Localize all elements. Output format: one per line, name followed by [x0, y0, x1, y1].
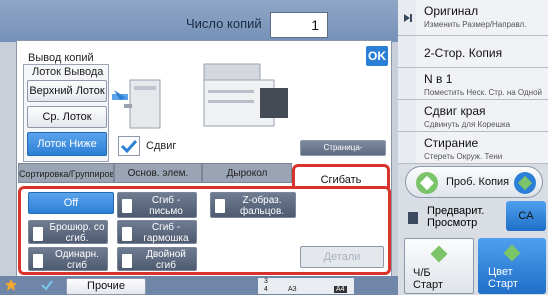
function-title: Оригинал: [424, 4, 479, 18]
function-original[interactable]: Оригинал Изменить Размер/Направл.: [416, 0, 548, 36]
copies-input[interactable]: 1: [270, 12, 328, 38]
fold-icon: [122, 199, 132, 213]
printer-illustration: [203, 63, 288, 127]
tray-lower-button[interactable]: Лоток Ниже: [27, 132, 107, 156]
shift-label: Сдвиг: [146, 140, 177, 152]
function-sub: Поместить Неск. Стр. на Одной: [424, 88, 542, 97]
separator-page-button[interactable]: Страница-разделитель: [300, 140, 386, 166]
star-icon[interactable]: [4, 278, 18, 292]
start-diamond-icon: [430, 245, 448, 263]
fold-icon: [122, 254, 132, 268]
finisher-illustration: [112, 79, 161, 129]
shift-checkbox[interactable]: [118, 136, 140, 156]
fold-double-label: Двойной сгиб: [146, 249, 186, 271]
play-icon: [404, 14, 412, 22]
details-button[interactable]: Детали: [300, 246, 384, 268]
function-sub: Стереть Окруж. Тени: [424, 152, 503, 161]
tab-spacer: [398, 36, 416, 68]
function-sub: Изменить Размер/Направл.: [424, 20, 527, 29]
proof-copy-label: Проб. Копия: [446, 176, 510, 188]
fold-off-button[interactable]: Off: [28, 192, 114, 214]
checkmark-icon[interactable]: [40, 278, 54, 292]
proof-copy-button[interactable]: Проб. Копия: [405, 166, 543, 198]
function-title: Сдвиг края: [424, 104, 486, 118]
fold-z-button[interactable]: Z-образ. фальцов.: [210, 192, 296, 218]
tray-number: 3: [264, 278, 268, 285]
fold-icon: [122, 227, 132, 241]
tray-upper-button[interactable]: Верхний Лоток: [27, 80, 107, 102]
fold-brochure-button[interactable]: Брошюр. со сгиб.: [28, 220, 108, 244]
bw-start-button[interactable]: Ч/Б Старт: [404, 238, 474, 294]
dialog-title: Вывод копий: [28, 52, 94, 64]
fold-single-label: Одинарн. сгиб: [55, 249, 99, 271]
document-icon: [408, 212, 418, 224]
fold-icon: [33, 227, 43, 241]
tab-spacer: [398, 132, 416, 164]
fold-double-button[interactable]: Двойной сгиб: [117, 247, 197, 271]
function-n-up[interactable]: N в 1 Поместить Неск. Стр. на Одной: [416, 68, 548, 100]
function-margin-shift[interactable]: Сдвиг края Сдвинуть для Корешка: [416, 100, 548, 132]
ok-button[interactable]: OK: [366, 46, 388, 66]
function-title: 2-Стор. Копия: [424, 46, 503, 60]
function-title: N в 1: [424, 72, 453, 86]
start-diamond-icon: [503, 244, 521, 262]
fold-accordion-button[interactable]: Сгиб - гармошка: [117, 220, 197, 244]
fold-icon: [33, 254, 43, 268]
bw-start-label: Ч/Б Старт: [413, 267, 443, 291]
fold-letter-button[interactable]: Сгиб - письмо: [117, 192, 197, 218]
other-button[interactable]: Прочие: [66, 278, 146, 295]
fold-z-label: Z-образ. фальцов.: [239, 195, 285, 217]
color-start-label: Цвет Старт: [488, 266, 518, 290]
tray-number: 4: [264, 286, 268, 293]
preview-label: Предварит. Просмотр: [427, 205, 485, 229]
tab-punch[interactable]: Дырокол: [202, 163, 292, 183]
fold-single-button[interactable]: Одинарн. сгиб: [28, 247, 108, 271]
tab-basic[interactable]: Основ. элем.: [114, 163, 202, 183]
function-title: Стирание: [424, 136, 479, 150]
function-duplex[interactable]: 2-Стор. Копия: [416, 36, 548, 68]
ca-button[interactable]: CA: [506, 201, 546, 231]
checkmark-icon: [120, 139, 138, 154]
output-tray-label: Лоток Вывода: [32, 66, 104, 78]
color-start-button[interactable]: Цвет Старт: [478, 238, 546, 294]
fold-brochure-label: Брошюр. со сгиб.: [49, 222, 105, 244]
green-diamond-icon: [416, 172, 438, 194]
tray-size-selected: A4: [334, 286, 347, 293]
tray-middle-button[interactable]: Ср. Лоток: [27, 106, 107, 128]
preview-button[interactable]: Предварит. Просмотр: [405, 203, 505, 233]
paper-tray-indicator: 3 4 A3 A4: [258, 278, 354, 294]
copies-label: Число копий: [186, 16, 262, 31]
tray-size: A3: [288, 286, 297, 293]
fold-accordion-label: Сгиб - гармошка: [143, 222, 189, 244]
tab-spacer: [398, 68, 416, 100]
tab-sort-group[interactable]: Сортировка/Группировка: [18, 163, 114, 183]
blue-diamond-icon: [514, 172, 536, 194]
tab-spacer: [398, 100, 416, 132]
fold-icon: [215, 199, 225, 213]
function-erase[interactable]: Стирание Стереть Окруж. Тени: [416, 132, 548, 164]
collapse-tab[interactable]: [398, 0, 416, 36]
function-sub: Сдвинуть для Корешка: [424, 120, 511, 129]
fold-letter-label: Сгиб - письмо: [149, 195, 183, 217]
